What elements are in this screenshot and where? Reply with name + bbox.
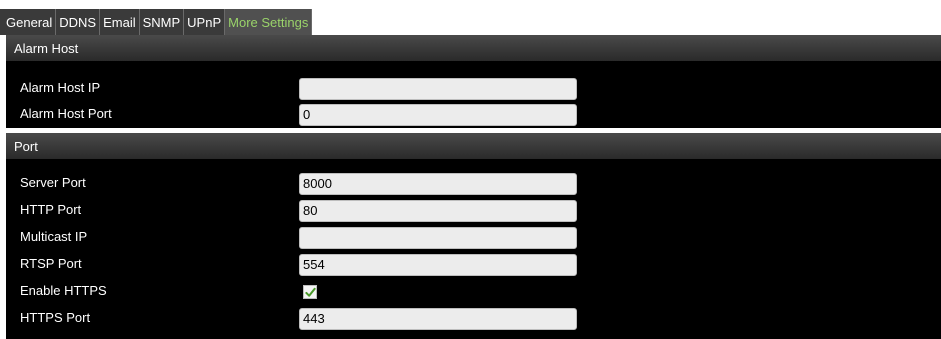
alarm-host-ip-label: Alarm Host IP — [20, 80, 101, 95]
alarm-host-ip-input[interactable] — [299, 78, 577, 100]
settings-tabs: General DDNS Email SNMP UPnP More Settin… — [0, 9, 313, 35]
alarm-host-panel: Alarm Host IP Alarm Host Port 0 — [6, 61, 941, 128]
https-port-input[interactable]: 443 — [299, 308, 577, 330]
server-port-row: Server Port 8000 — [6, 170, 941, 196]
server-port-label: Server Port — [20, 175, 86, 190]
port-section-title: Port — [14, 138, 38, 154]
multicast-ip-row: Multicast IP — [6, 224, 941, 250]
tab-ddns[interactable]: DDNS — [56, 9, 101, 35]
top-bar — [0, 0, 941, 9]
checkmark-icon — [304, 287, 316, 297]
port-panel: Server Port 8000 HTTP Port 80 Multicast … — [6, 159, 941, 339]
tab-snmp[interactable]: SNMP — [139, 9, 185, 35]
tab-upnp[interactable]: UPnP — [184, 9, 226, 35]
alarm-host-port-input[interactable]: 0 — [299, 104, 577, 126]
multicast-ip-label: Multicast IP — [20, 229, 88, 244]
tab-general[interactable]: General — [0, 9, 57, 35]
alarm-host-section-title: Alarm Host — [14, 40, 79, 56]
tab-email[interactable]: Email — [100, 9, 140, 35]
enable-https-label: Enable HTTPS — [20, 283, 107, 298]
alarm-host-section-header: Alarm Host — [6, 35, 941, 61]
http-port-row: HTTP Port 80 — [6, 197, 941, 223]
rtsp-port-input[interactable]: 554 — [299, 254, 577, 276]
rtsp-port-label: RTSP Port — [20, 256, 82, 271]
enable-https-checkbox[interactable] — [303, 285, 317, 299]
rtsp-port-row: RTSP Port 554 — [6, 251, 941, 277]
http-port-label: HTTP Port — [20, 202, 82, 217]
tab-more-settings[interactable]: More Settings — [225, 9, 313, 35]
multicast-ip-input[interactable] — [299, 227, 577, 249]
enable-https-row: Enable HTTPS — [6, 278, 941, 304]
https-port-row: HTTPS Port 443 — [6, 305, 941, 331]
https-port-label: HTTPS Port — [20, 310, 91, 325]
port-section-header: Port — [6, 133, 941, 159]
alarm-host-port-row: Alarm Host Port 0 — [6, 101, 941, 127]
http-port-input[interactable]: 80 — [299, 200, 577, 222]
alarm-host-port-label: Alarm Host Port — [20, 106, 112, 121]
server-port-input[interactable]: 8000 — [299, 173, 577, 195]
alarm-host-ip-row: Alarm Host IP — [6, 75, 941, 101]
